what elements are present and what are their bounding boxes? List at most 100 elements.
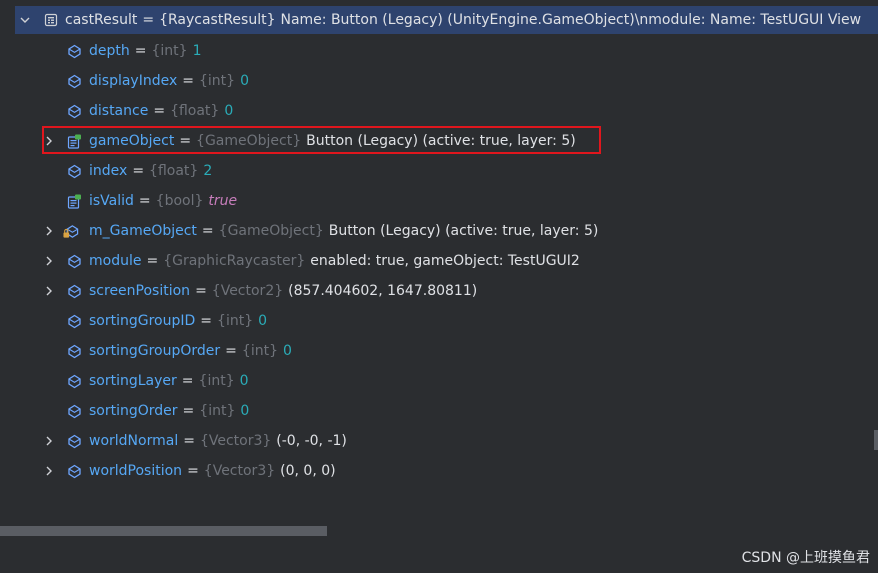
field-label: sortingOrder = {int} 0	[89, 403, 249, 419]
tree-row-distance[interactable]: distance = {float} 0	[0, 96, 878, 126]
tree-row-module[interactable]: module = {GraphicRaycaster} enabled: true, …	[0, 246, 878, 276]
field-value: Button (Legacy) (active: true, layer: 5)	[328, 223, 599, 239]
field-type: {int}	[198, 373, 235, 389]
field-value: 0	[282, 343, 292, 359]
field-type: {int}	[241, 343, 278, 359]
equals-sign: =	[183, 433, 195, 449]
field-icon	[66, 463, 82, 479]
property-icon	[66, 193, 82, 209]
field-value: (-0, -0, -1)	[276, 433, 347, 449]
tree-row-sortingGroupID[interactable]: sortingGroupID = {int} 0	[0, 306, 878, 336]
tree-row-screenPosition[interactable]: screenPosition = {Vector2} (857.404602, 164…	[0, 276, 878, 306]
field-name: sortingOrder	[89, 403, 178, 419]
equals-sign: =	[142, 12, 155, 28]
tree-row-depth[interactable]: depth = {int} 1	[0, 36, 878, 66]
equals-sign: =	[182, 403, 195, 419]
variable-value: Name: Button (Legacy) (UnityEngine.GameO…	[280, 12, 862, 28]
horizontal-scrollbar[interactable]	[0, 526, 327, 536]
field-type: {int}	[151, 43, 188, 59]
equals-sign: =	[134, 43, 147, 59]
field-icon	[66, 403, 82, 419]
field-value: (857.404602, 1647.80811)	[288, 283, 478, 299]
tree-row-sortingGroupOrder[interactable]: sortingGroupOrder = {int} 0	[0, 336, 878, 366]
field-type: {int}	[199, 403, 236, 419]
field-label: m_GameObject = {GameObject} Button (Legacy)…	[89, 223, 598, 239]
field-icon	[66, 103, 82, 119]
chevron-down-icon[interactable]	[18, 13, 32, 27]
field-name: worldNormal	[89, 433, 179, 449]
field-name: depth	[89, 43, 130, 59]
tree-row-worldNormal[interactable]: worldNormal = {Vector3} (-0, -0, -1)	[0, 426, 878, 456]
field-name: index	[89, 163, 128, 179]
tree-row-m_GameObject[interactable]: m_GameObject = {GameObject} Button (Legacy)…	[0, 216, 878, 246]
private-field-icon	[63, 223, 79, 239]
vertical-scrollbar[interactable]	[874, 430, 878, 450]
field-icon	[66, 163, 82, 179]
field-name: isValid	[89, 193, 134, 209]
variable-type: {RaycastResult}	[159, 12, 276, 28]
field-type: {Vector3}	[203, 463, 276, 479]
field-icon	[66, 433, 82, 449]
tree-row-root[interactable]: castResult = {RaycastResult} Name: Butto…	[15, 6, 878, 34]
field-value: 2	[203, 163, 213, 179]
root-label: castResult = {RaycastResult} Name: Butto…	[65, 12, 861, 28]
tree-row-isValid[interactable]: isValid = {bool} true	[0, 186, 878, 216]
field-label: depth = {int} 1	[89, 43, 201, 59]
equals-sign: =	[132, 163, 145, 179]
tree-row-index[interactable]: index = {float} 2	[0, 156, 878, 186]
field-label: distance = {float} 0	[89, 103, 233, 119]
field-value: 0	[240, 403, 250, 419]
field-name: sortingGroupOrder	[89, 343, 221, 359]
equals-sign: =	[138, 193, 151, 209]
field-icon	[66, 43, 82, 59]
field-type: {float}	[149, 163, 199, 179]
field-value: 0	[240, 73, 249, 89]
equals-sign: =	[200, 313, 213, 329]
field-name: displayIndex	[89, 73, 178, 89]
chevron-right-icon[interactable]	[42, 434, 56, 448]
variable-name: castResult	[65, 12, 138, 28]
field-label: screenPosition = {Vector2} (857.404602, 164…	[89, 283, 477, 299]
field-type: {int}	[199, 73, 236, 89]
field-value: true	[208, 193, 238, 209]
chevron-right-icon[interactable]	[42, 254, 56, 268]
field-name: sortingLayer	[89, 373, 177, 389]
equals-sign: =	[195, 283, 207, 299]
field-icon	[66, 283, 82, 299]
field-label: isValid = {bool} true	[89, 193, 237, 209]
equals-sign: =	[181, 373, 194, 389]
field-icon	[66, 253, 82, 269]
field-icon	[66, 373, 82, 389]
equals-sign: =	[187, 463, 199, 479]
highlight-annotation	[42, 126, 601, 154]
field-icon	[66, 343, 82, 359]
field-value: enabled: true, gameObject: TestUGUI2	[310, 253, 580, 269]
field-label: sortingGroupOrder = {int} 0	[89, 343, 292, 359]
chevron-right-icon[interactable]	[42, 224, 56, 238]
field-type: {bool}	[155, 193, 204, 209]
debugger-variables-panel: castResult = {RaycastResult} Name: Butto…	[0, 0, 878, 573]
field-type: {Vector2}	[211, 283, 284, 299]
field-name: distance	[89, 103, 149, 119]
field-type: {GraphicRaycaster}	[163, 253, 306, 269]
equals-sign: =	[153, 103, 166, 119]
field-label: index = {float} 2	[89, 163, 212, 179]
tree-row-sortingLayer[interactable]: sortingLayer = {int} 0	[0, 366, 878, 396]
field-type: {int}	[217, 313, 254, 329]
watermark: CSDN @上班摸鱼君	[741, 550, 870, 566]
field-name: worldPosition	[89, 463, 183, 479]
chevron-right-icon[interactable]	[42, 284, 56, 298]
field-name: m_GameObject	[89, 223, 197, 239]
tree-row-sortingOrder[interactable]: sortingOrder = {int} 0	[0, 396, 878, 426]
tree-row-displayIndex[interactable]: displayIndex = {int} 0	[0, 66, 878, 96]
field-label: worldNormal = {Vector3} (-0, -0, -1)	[89, 433, 347, 449]
equals-sign: =	[146, 253, 159, 269]
field-label: sortingGroupID = {int} 0	[89, 313, 267, 329]
field-type: {Vector3}	[199, 433, 272, 449]
field-label: displayIndex = {int} 0	[89, 73, 249, 89]
field-icon	[66, 313, 82, 329]
chevron-right-icon[interactable]	[42, 464, 56, 478]
field-value: (0, 0, 0)	[280, 463, 336, 479]
field-type: {float}	[170, 103, 220, 119]
tree-row-worldPosition[interactable]: worldPosition = {Vector3} (0, 0, 0)	[0, 456, 878, 486]
